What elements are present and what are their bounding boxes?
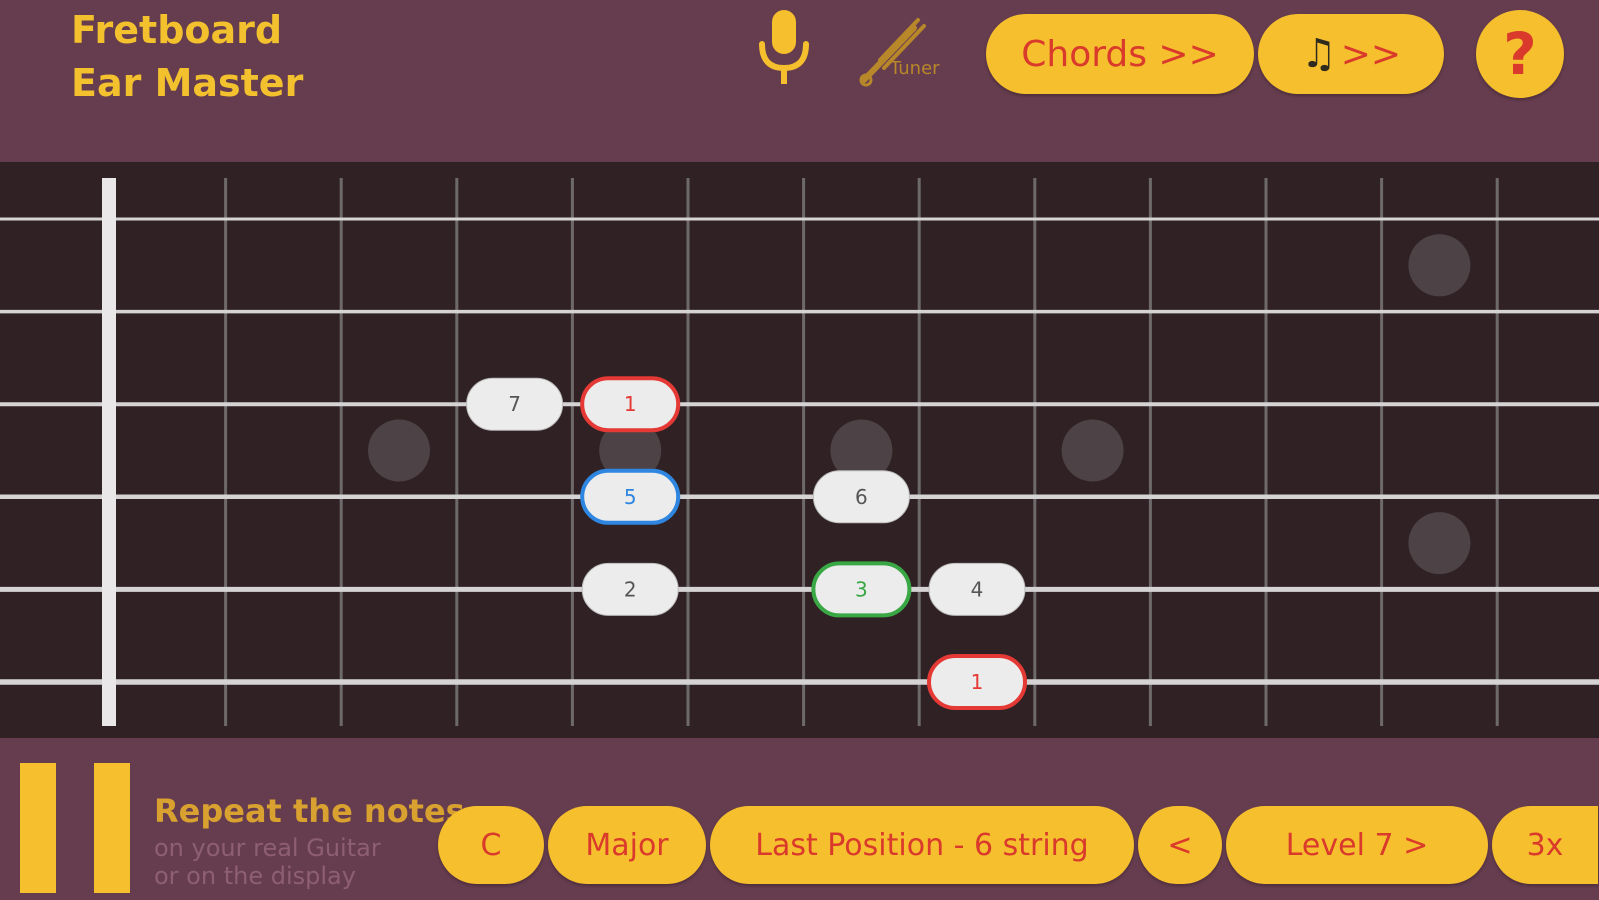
note-label: 4 [971,577,984,601]
instruction-sub1: on your real Guitar [154,834,381,862]
help-button[interactable]: ? [1476,10,1564,98]
inlay-marker [1408,234,1471,297]
fretboard-nut [102,178,116,726]
pause-bar-left[interactable] [20,763,56,893]
note-label: 1 [971,670,984,694]
notes-button[interactable]: ♫ >> [1258,14,1444,94]
note-label: 5 [624,485,637,509]
inlay-marker [1408,512,1471,575]
repeat-count-button[interactable]: 3x [1492,806,1598,884]
pause-bar-right[interactable] [94,763,130,893]
music-notes-icon: ♫ [1300,31,1337,77]
instruction-sub2: or on the display [154,862,356,890]
level-button[interactable]: Level 7 > [1226,806,1488,884]
chords-button[interactable]: Chords >> [986,14,1254,94]
scale-button[interactable]: Major [548,806,706,884]
note-label: 6 [855,485,868,509]
prev-level-button[interactable]: < [1138,806,1222,884]
instruction-text: Repeat the notes [154,792,465,830]
app-title-line1: Fretboard [71,8,283,52]
app-title-line2: Ear Master [71,61,304,105]
notes-button-label: >> [1340,33,1402,75]
position-button[interactable]: Last Position - 6 string [710,806,1134,884]
inlay-marker [1061,419,1124,482]
note-label: 2 [624,577,637,601]
tuner-label: Tuner [890,58,940,79]
key-button[interactable]: C [438,806,544,884]
inlay-marker [368,419,430,482]
note-label: 1 [624,392,637,416]
fretboard[interactable]: 7 1 5 6 2 3 4 1 [0,162,1599,738]
fretboard-canvas[interactable]: 7 1 5 6 2 3 4 1 [0,162,1599,738]
app-title: Fretboard Ear Master [71,4,303,110]
microphone-icon[interactable] [752,8,816,88]
note-label: 3 [855,577,868,601]
note-label: 7 [508,392,521,416]
